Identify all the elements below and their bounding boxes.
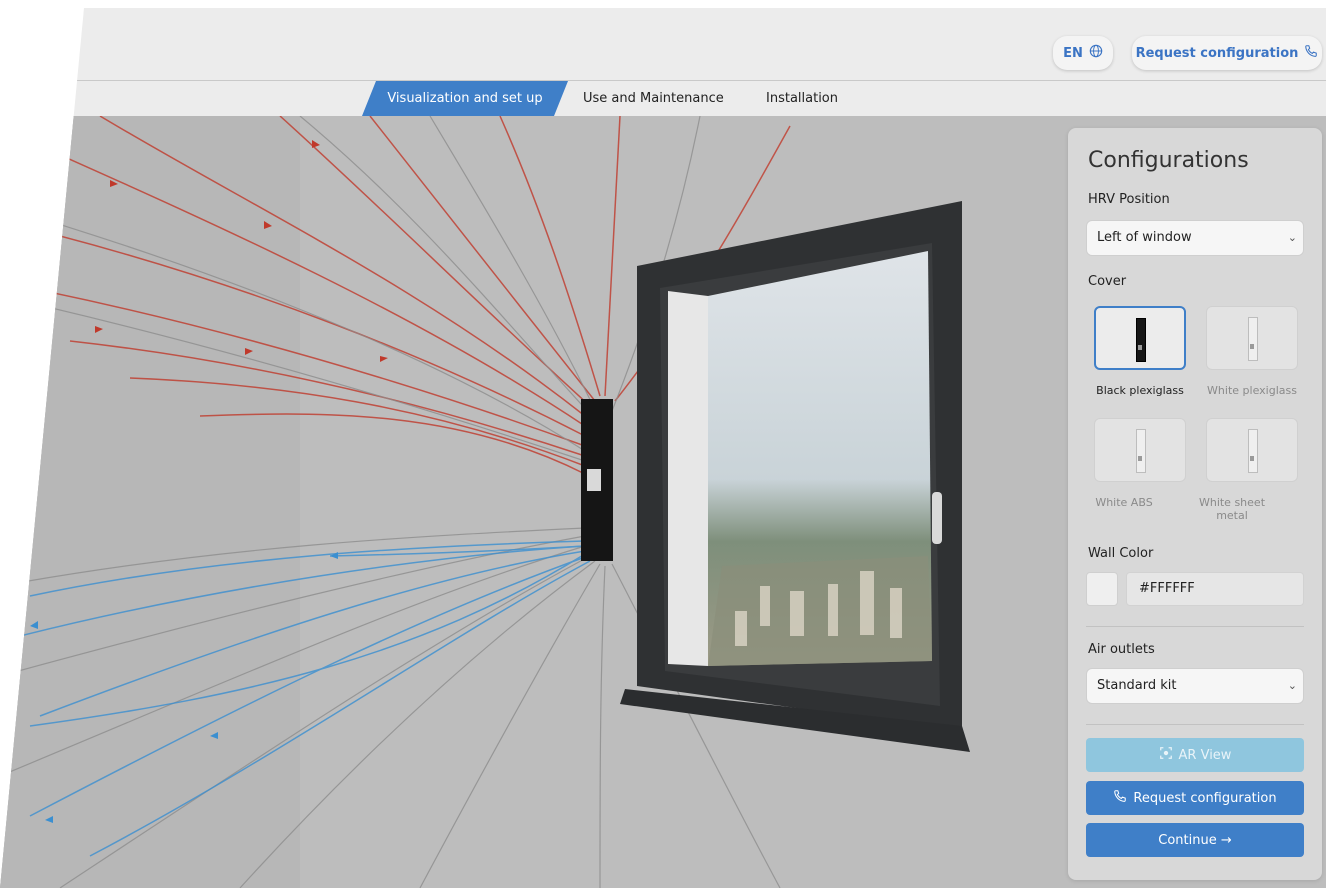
cover-option-label: Black plexiglass bbox=[1096, 384, 1184, 397]
divider bbox=[1086, 724, 1304, 725]
cover-option-white-plexiglass[interactable] bbox=[1206, 306, 1298, 370]
black-cover-thumbnail bbox=[1136, 318, 1146, 362]
phone-icon bbox=[1113, 789, 1127, 807]
ar-view-button[interactable]: AR View bbox=[1086, 738, 1304, 772]
cover-option-label: White sheet metal bbox=[1198, 496, 1266, 522]
request-configuration-button[interactable]: Request configuration bbox=[1086, 781, 1304, 815]
tab-visualization[interactable]: Visualization and set up bbox=[362, 81, 568, 116]
divider bbox=[1086, 626, 1304, 627]
language-selector[interactable]: EN bbox=[1053, 36, 1113, 70]
phone-icon bbox=[1304, 44, 1318, 62]
top-bar: EN Request configuration bbox=[0, 8, 1326, 81]
globe-icon bbox=[1089, 44, 1103, 62]
white-cover-thumbnail bbox=[1248, 317, 1258, 361]
language-code: EN bbox=[1063, 45, 1083, 61]
air-outlets-value: Standard kit bbox=[1097, 678, 1177, 693]
cover-option-black-plexiglass[interactable] bbox=[1094, 306, 1186, 370]
cover-option-white-abs[interactable] bbox=[1094, 418, 1186, 482]
request-configuration-label: Request configuration bbox=[1133, 790, 1277, 806]
hrv-position-label: HRV Position bbox=[1088, 192, 1170, 207]
continue-label: Continue → bbox=[1158, 832, 1232, 848]
wall-color-swatch[interactable] bbox=[1086, 572, 1118, 606]
cover-option-label: White ABS bbox=[1095, 496, 1153, 509]
tab-use-and-maintenance[interactable]: Use and Maintenance bbox=[583, 81, 724, 116]
configurations-panel: Configurations HRV Position Left of wind… bbox=[1068, 128, 1322, 880]
chevron-down-icon: ⌄ bbox=[1287, 679, 1297, 692]
air-outlets-label: Air outlets bbox=[1088, 642, 1155, 657]
hrv-position-value: Left of window bbox=[1097, 230, 1192, 245]
air-outlets-select[interactable]: Standard kit ⌄ bbox=[1086, 668, 1304, 704]
window bbox=[620, 201, 970, 752]
tab-bar: Visualization and set up Use and Mainten… bbox=[0, 81, 1326, 116]
wall-color-input[interactable]: #FFFFFF bbox=[1126, 572, 1304, 606]
hrv-unit bbox=[581, 399, 613, 561]
app-window: EN Request configuration Visualization a… bbox=[0, 0, 1326, 888]
cover-label: Cover bbox=[1088, 274, 1127, 289]
ar-icon bbox=[1159, 746, 1173, 764]
cover-option-white-sheet-metal[interactable] bbox=[1206, 418, 1298, 482]
white-cover-thumbnail bbox=[1136, 429, 1146, 473]
wall-color-label: Wall Color bbox=[1088, 546, 1154, 561]
cover-option-label: White plexiglass bbox=[1207, 384, 1297, 397]
white-cover-thumbnail bbox=[1248, 429, 1258, 473]
hrv-position-select[interactable]: Left of window ⌄ bbox=[1086, 220, 1304, 256]
continue-button[interactable]: Continue → bbox=[1086, 823, 1304, 857]
chevron-down-icon: ⌄ bbox=[1287, 231, 1297, 244]
tab-installation[interactable]: Installation bbox=[766, 81, 838, 116]
ar-view-label: AR View bbox=[1178, 747, 1232, 763]
request-configuration-header-button[interactable]: Request configuration bbox=[1132, 36, 1322, 70]
request-configuration-label: Request configuration bbox=[1135, 45, 1299, 61]
panel-title: Configurations bbox=[1088, 148, 1249, 173]
